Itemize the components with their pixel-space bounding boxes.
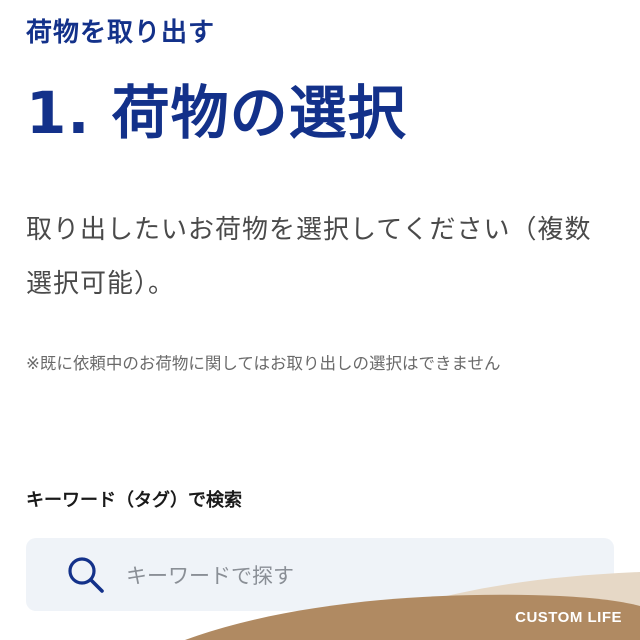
step-title: 1. 荷物の選択 (26, 79, 407, 147)
search-placeholder: キーワードで探す (126, 564, 294, 588)
brand-watermark: CUSTOM LIFE (515, 609, 622, 626)
search-label: キーワード（タグ）で検索 (26, 490, 242, 511)
instruction-text: 取り出したいお荷物を選択してください（複数選択可能）。 (26, 215, 592, 299)
search-icon (68, 557, 104, 593)
page: 荷物を取り出す 1. 荷物の選択 取り出したいお荷物を選択してください（複数選択… (0, 0, 640, 640)
note-text: ※既に依頼中のお荷物に関してはお取り出しの選択はできません (26, 354, 501, 373)
search-input[interactable]: キーワードで探す (26, 538, 614, 611)
section-label: 荷物を取り出す (26, 18, 216, 48)
